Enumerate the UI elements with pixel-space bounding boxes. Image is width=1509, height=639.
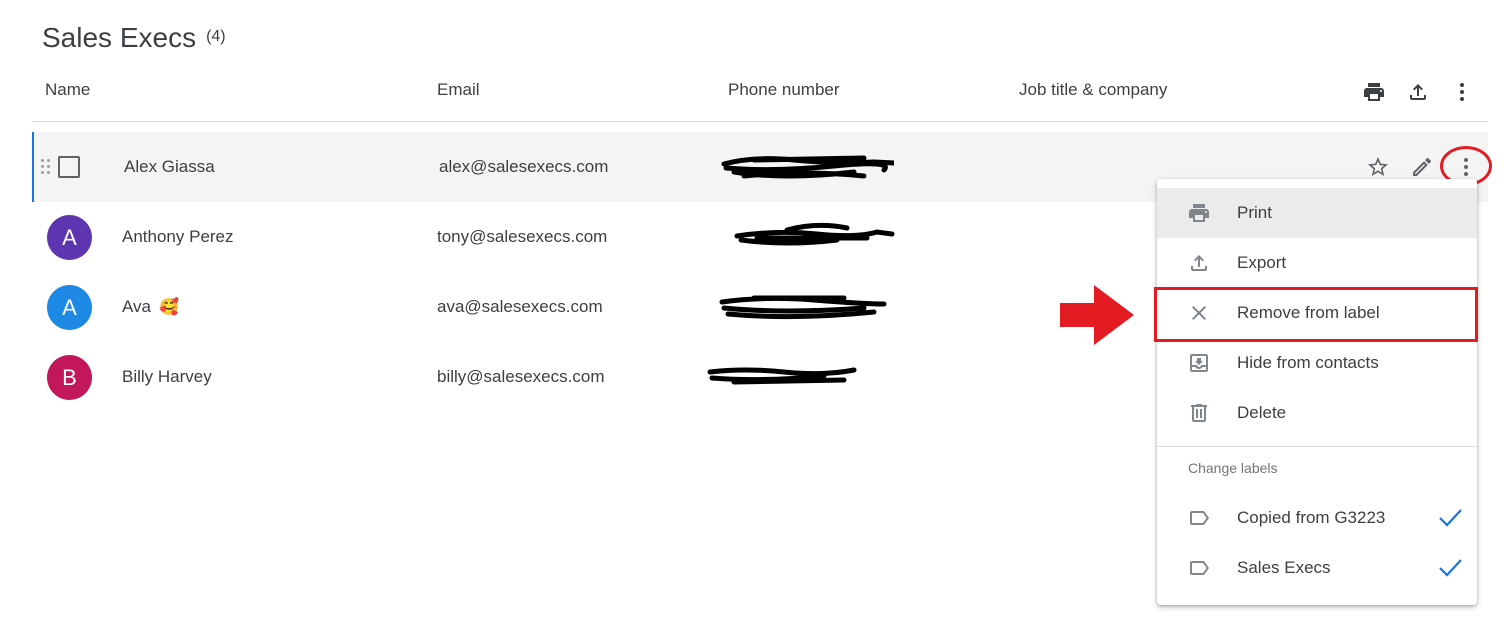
- menu-item-label: Sales Execs: [1237, 558, 1331, 577]
- contact-name[interactable]: Anthony Perez: [122, 227, 234, 247]
- trash-icon: [1187, 401, 1211, 425]
- contact-name-text: Anthony Perez: [122, 227, 234, 246]
- avatar: B: [47, 355, 92, 400]
- print-icon: [1187, 201, 1211, 225]
- contact-name-text: Ava: [122, 297, 151, 316]
- menu-item-remove-from-label[interactable]: Remove from label: [1157, 288, 1477, 338]
- label-title: Sales Execs: [42, 22, 197, 53]
- phone-redacted: [714, 290, 894, 324]
- annotation-arrow-icon: [1060, 285, 1134, 345]
- contact-name[interactable]: Alex Giassa: [124, 157, 215, 177]
- avatar: A: [47, 215, 92, 260]
- header-actions: [1352, 74, 1484, 110]
- menu-item-print[interactable]: Print: [1157, 188, 1477, 238]
- contact-count: (4): [206, 28, 226, 45]
- menu-item-hide-from-contacts[interactable]: Hide from contacts: [1157, 338, 1477, 388]
- print-button[interactable]: [1352, 74, 1396, 110]
- print-icon: [1364, 83, 1384, 101]
- table-header: Name Email Phone number Job title & comp…: [32, 70, 1488, 122]
- label-icon: [1187, 556, 1211, 580]
- drag-handle-icon[interactable]: [41, 159, 51, 175]
- page-title: Sales Execs (4): [42, 22, 226, 54]
- menu-item-label-sales-execs[interactable]: Sales Execs: [1157, 543, 1477, 593]
- contact-email: ava@salesexecs.com: [437, 297, 603, 316]
- more-vert-icon: [1464, 158, 1468, 176]
- menu-section-label: Change labels: [1188, 460, 1278, 476]
- context-menu: Print Export Remove from label Hide from…: [1157, 179, 1477, 605]
- column-header-email[interactable]: Email: [437, 80, 480, 100]
- redaction-scribble: [719, 295, 887, 320]
- label-icon: [1187, 506, 1211, 530]
- menu-item-label: Remove from label: [1237, 303, 1380, 322]
- row-checkbox[interactable]: [58, 156, 80, 178]
- contact-name[interactable]: Billy Harvey: [122, 367, 212, 387]
- close-icon: [1187, 301, 1211, 325]
- menu-item-label: Print: [1237, 203, 1272, 222]
- contact-name-text: Billy Harvey: [122, 367, 212, 386]
- menu-item-label: Copied from G3223: [1237, 508, 1386, 527]
- column-header-job[interactable]: Job title & company: [1019, 80, 1167, 100]
- phone-redacted: [704, 360, 884, 394]
- menu-item-label: Delete: [1237, 403, 1287, 422]
- contact-name[interactable]: Ava 🥰: [122, 297, 179, 317]
- export-icon: [1187, 251, 1211, 275]
- menu-item-export[interactable]: Export: [1157, 238, 1477, 288]
- more-vert-icon: [1460, 83, 1464, 101]
- contact-email: alex@salesexecs.com: [439, 157, 609, 176]
- menu-divider: [1157, 446, 1477, 447]
- phone-redacted: [727, 220, 907, 254]
- phone-redacted: [714, 150, 897, 184]
- column-header-phone[interactable]: Phone number: [728, 80, 840, 100]
- archive-icon: [1187, 351, 1211, 375]
- check-icon: [1437, 555, 1463, 581]
- export-button[interactable]: [1396, 74, 1440, 110]
- check-icon: [1437, 505, 1463, 531]
- redaction-scribble: [734, 222, 895, 246]
- contact-email: tony@salesexecs.com: [437, 227, 608, 246]
- contact-email: billy@salesexecs.com: [437, 367, 605, 386]
- more-options-button[interactable]: [1440, 74, 1484, 110]
- column-header-name[interactable]: Name: [45, 80, 90, 100]
- menu-item-label: Hide from contacts: [1237, 353, 1379, 372]
- menu-item-label: Export: [1237, 253, 1287, 272]
- redaction-scribble: [721, 155, 897, 179]
- menu-item-delete[interactable]: Delete: [1157, 388, 1477, 438]
- redaction-scribble: [707, 367, 857, 385]
- menu-item-label-copied[interactable]: Copied from G3223: [1157, 493, 1477, 543]
- contact-emoji: 🥰: [159, 299, 179, 316]
- avatar: A: [47, 285, 92, 330]
- edit-icon: [1413, 158, 1432, 176]
- contact-name-text: Alex Giassa: [124, 157, 215, 176]
- export-icon: [1410, 84, 1426, 100]
- star-icon: [1368, 157, 1388, 176]
